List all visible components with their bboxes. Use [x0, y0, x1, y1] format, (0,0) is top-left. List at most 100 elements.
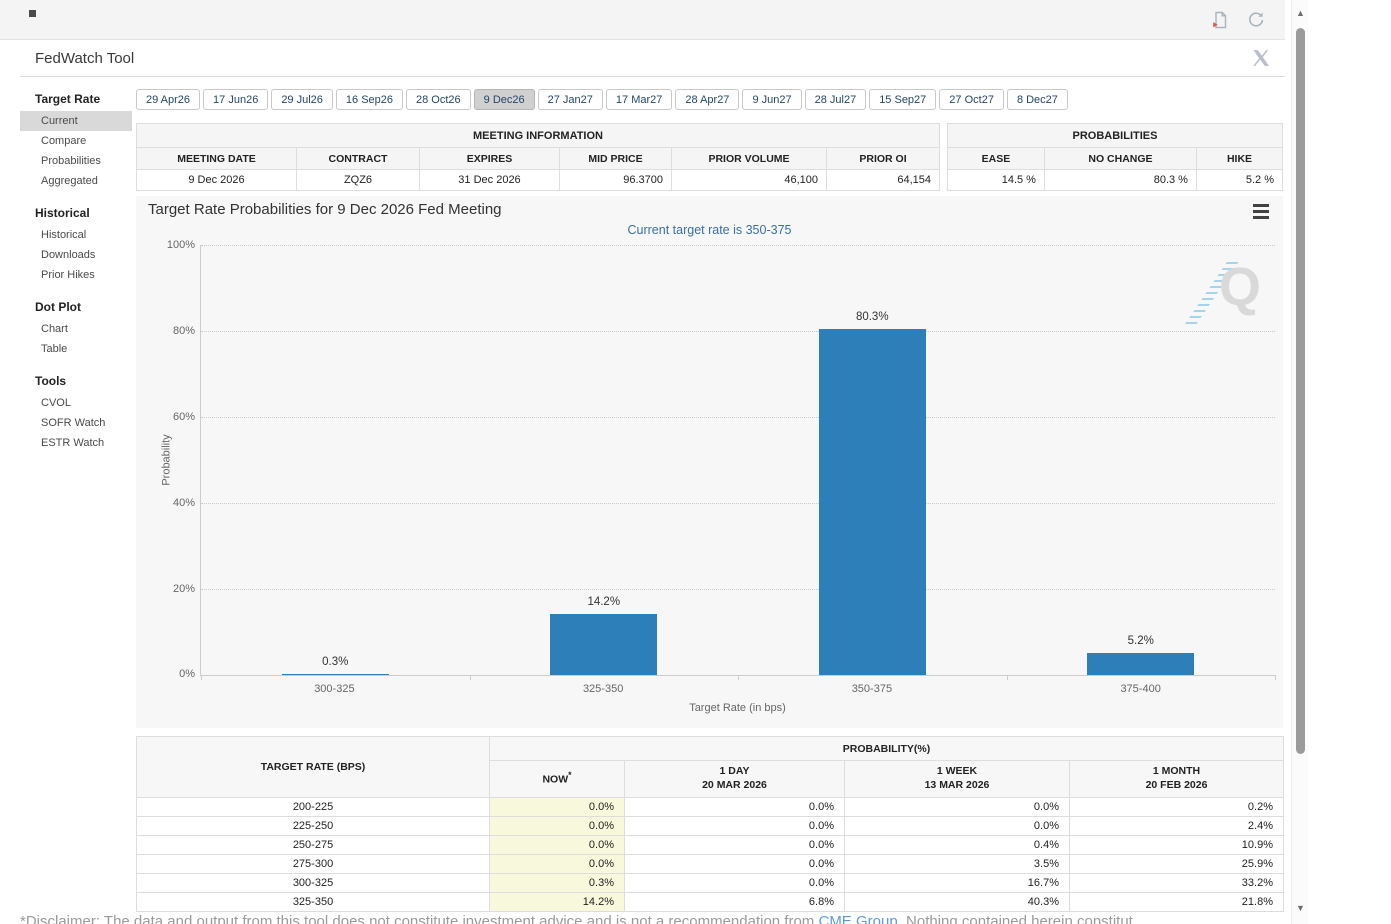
x-axis-tick [738, 675, 739, 680]
x-axis-tick [469, 675, 471, 680]
sidebar-group-target-rate: Target Rate [35, 92, 101, 106]
y-axis-tick: 60% [172, 411, 195, 423]
table-row: 200-225 0.0% 0.0% 0.0% 0.2% [136, 797, 1284, 817]
sidebar-item-current[interactable]: Current [20, 111, 132, 131]
hike-value: 5.2 % [1195, 169, 1284, 191]
date-tab[interactable]: 8 Dec27 [1006, 89, 1068, 110]
probabilities-summary-table: PROBABILITIES EASE NO CHANGE HIKE 14.5 %… [946, 123, 1284, 191]
x-axis-tick [201, 675, 202, 680]
x-axis-title: Target Rate (in bps) [689, 702, 786, 714]
col-contract: CONTRACT [296, 147, 420, 170]
table-row: 325-350 14.2% 6.8% 40.3% 21.8% [136, 892, 1284, 912]
mid-price-value: 96.3700 [559, 169, 672, 191]
col-hike: HIKE [1195, 147, 1284, 170]
date-tab[interactable]: 28 Jul27 [804, 89, 867, 110]
probability-bar [550, 613, 658, 675]
date-tab[interactable]: 28 Apr27 [675, 89, 740, 110]
probability-bar-chart: Target Rate Probabilities for 9 Dec 2026… [136, 196, 1283, 728]
col-1-day: 1 DAY 20 MAR 2026 [624, 760, 845, 798]
sidebar-item-compare[interactable]: Compare [20, 131, 132, 151]
vertical-scrollbar[interactable]: ▲ ▼ [1291, 0, 1308, 924]
title-bar: FedWatch Tool [20, 40, 1285, 77]
date-tab[interactable]: 27 Jan27 [537, 89, 603, 110]
date-tab[interactable]: 16 Sep26 [335, 89, 404, 110]
sidebar-item-aggregated[interactable]: Aggregated [20, 171, 132, 191]
x-category-label: 325-350 [582, 683, 624, 695]
prior-oi-value: 64,154 [826, 169, 940, 191]
chart-menu-icon[interactable] [1253, 204, 1269, 222]
col-meeting-date: MEETING DATE [136, 147, 297, 170]
col-no-change: NO CHANGE [1043, 147, 1197, 170]
probability-bar [818, 328, 926, 675]
col-target-rate-bps: TARGET RATE (BPS) [136, 736, 490, 798]
x-category-label: 300-325 [314, 683, 355, 695]
x-axis-tick [1275, 675, 1276, 680]
col-prior-oi: PRIOR OI [826, 147, 940, 170]
contract-value: ZQZ6 [296, 169, 420, 191]
bar-value-label: 5.2% [1127, 634, 1154, 647]
date-tab[interactable]: 29 Apr26 [136, 89, 201, 110]
col-1-week: 1 WEEK 13 MAR 2026 [844, 760, 1070, 798]
date-tab[interactable]: 28 Oct26 [406, 89, 471, 110]
x-category-label: 375-400 [1120, 683, 1161, 695]
bar-value-label: 14.2% [587, 595, 621, 608]
scroll-up-icon[interactable]: ▲ [1292, 8, 1309, 18]
y-axis-tick: 20% [172, 583, 195, 595]
page-title: FedWatch Tool [35, 50, 135, 67]
probability-bar [1087, 652, 1195, 675]
y-axis-tick: 80% [172, 325, 195, 337]
meeting-information-table: MEETING INFORMATION MEETING DATE CONTRAC… [136, 123, 940, 191]
x-social-icon[interactable] [1251, 48, 1273, 70]
x-category-label: 350-375 [851, 683, 893, 695]
prior-volume-value: 46,100 [671, 169, 827, 191]
chart-subtitle: Current target rate is 350-375 [627, 223, 792, 237]
app-logo-mark [29, 10, 36, 17]
sidebar-item-prior-hikes[interactable]: Prior Hikes [20, 265, 132, 285]
col-prior-volume: PRIOR VOLUME [671, 147, 827, 170]
table-row: 275-300 0.0% 0.0% 3.5% 25.9% [136, 854, 1284, 874]
scrollbar-thumb[interactable] [1296, 28, 1305, 754]
chart-plot-area: 100% 80% 60% 40% 20% 0% Probability 0.3%… [161, 239, 1276, 680]
date-tab[interactable]: 17 Mar27 [605, 89, 673, 110]
no-change-value: 80.3 % [1043, 169, 1197, 191]
top-toolbar [0, 0, 1285, 40]
col-1-month: 1 MONTH 20 FEB 2026 [1069, 760, 1284, 798]
date-tab[interactable]: 15 Sep27 [869, 89, 937, 110]
sidebar-item-sofr-watch[interactable]: SOFR Watch [20, 413, 132, 433]
quikstrike-watermark: Q [1185, 254, 1261, 324]
export-document-icon[interactable] [1209, 9, 1231, 31]
date-tab[interactable]: 17 Jun26 [203, 89, 269, 110]
sidebar-item-historical[interactable]: Historical [20, 225, 132, 245]
meeting-date-tabs: 29 Apr26 17 Jun26 29 Jul26 16 Sep26 28 O… [136, 89, 1068, 110]
meeting-info-title: MEETING INFORMATION [136, 123, 940, 148]
y-axis-tick: 0% [179, 668, 195, 680]
col-ease: EASE [946, 147, 1045, 170]
sidebar-item-chart[interactable]: Chart [20, 319, 132, 339]
cme-group-link[interactable]: CME Group [818, 913, 897, 924]
scroll-down-icon[interactable]: ▼ [1292, 903, 1309, 913]
col-now: NOW* [489, 760, 625, 798]
date-tab[interactable]: 9 Jun27 [742, 89, 802, 110]
disclaimer-text: *Disclaimer: The data and output from th… [20, 913, 1300, 924]
date-tab[interactable]: 29 Jul26 [271, 89, 333, 110]
col-mid-price: MID PRICE [559, 147, 672, 170]
sidebar-item-cvol[interactable]: CVOL [20, 393, 132, 413]
y-axis-tick: 40% [172, 497, 195, 509]
sidebar-item-downloads[interactable]: Downloads [20, 245, 132, 265]
meeting-date-value: 9 Dec 2026 [136, 169, 297, 191]
chart-title: Target Rate Probabilities for 9 Dec 2026… [148, 201, 502, 218]
sidebar-item-estr-watch[interactable]: ESTR Watch [20, 433, 132, 453]
y-axis-tick: 100% [166, 239, 195, 251]
bar-value-label: 80.3% [855, 310, 889, 323]
col-expires: EXPIRES [419, 147, 560, 170]
date-tab[interactable]: 27 Oct27 [939, 89, 1004, 110]
probability-bar [281, 673, 389, 675]
sidebar-item-probabilities[interactable]: Probabilities [20, 151, 132, 171]
table-row: 225-250 0.0% 0.0% 0.0% 2.4% [136, 816, 1284, 836]
refresh-icon[interactable] [1245, 9, 1267, 31]
probabilities-title: PROBABILITIES [946, 123, 1284, 148]
x-axis-tick [1006, 675, 1008, 680]
ease-value: 14.5 % [946, 169, 1045, 191]
date-tab-selected[interactable]: 9 Dec26 [473, 89, 535, 110]
sidebar-item-table[interactable]: Table [20, 339, 132, 359]
